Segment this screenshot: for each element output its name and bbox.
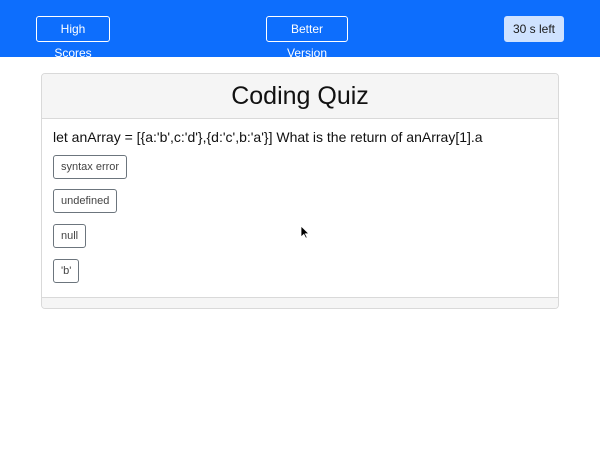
navbar: High Scores Better Version 30 s left [0,0,600,60]
answer-button-1[interactable]: syntax error [53,155,128,179]
quiz-title: Coding Quiz [42,74,558,119]
quiz-card: Coding Quiz let anArray = [{a:'b',c:'d'}… [41,73,559,309]
answer-button-3[interactable]: null [53,224,87,248]
question-text: let anArray = [{a:'b',c:'d'},{d:'c',b:'a… [53,129,483,145]
quiz-card-footer [42,297,558,308]
timer-badge: 30 s left [504,16,564,42]
mouse-pointer-icon [300,225,310,239]
better-version-button[interactable]: Better Version [266,16,348,60]
answer-button-4[interactable]: 'b' [53,259,80,283]
answer-button-2[interactable]: undefined [53,189,118,213]
high-scores-button[interactable]: High Scores [36,16,110,60]
